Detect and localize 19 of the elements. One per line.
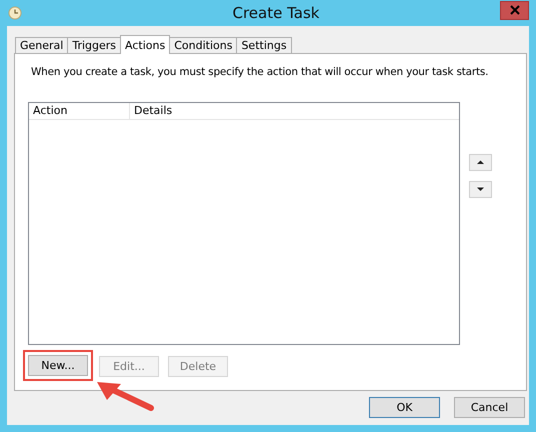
clock-icon	[8, 6, 22, 20]
tab[interactable]: Settings	[236, 37, 292, 53]
tab[interactable]: General	[15, 37, 68, 53]
description-text: When you create a task, you must specify the action that will occur when your task starts.	[30, 65, 488, 80]
close-icon	[510, 5, 520, 15]
move-down-button[interactable]	[469, 181, 492, 198]
column-header[interactable]: Action	[29, 103, 130, 119]
tab[interactable]: Triggers	[67, 37, 122, 53]
tab[interactable]: Actions	[120, 35, 170, 54]
column-header[interactable]: Details	[130, 103, 459, 119]
close-button[interactable]	[500, 0, 529, 20]
move-up-button[interactable]	[469, 154, 492, 171]
cancel-button[interactable]: Cancel	[454, 397, 525, 418]
ok-button[interactable]: OK	[369, 397, 440, 418]
up-arrow-icon	[477, 160, 484, 165]
action-list[interactable]: Action Details	[28, 102, 460, 345]
down-arrow-icon	[477, 187, 484, 192]
window-title: Create Task	[232, 4, 320, 22]
list-button[interactable]: New...	[28, 355, 88, 376]
